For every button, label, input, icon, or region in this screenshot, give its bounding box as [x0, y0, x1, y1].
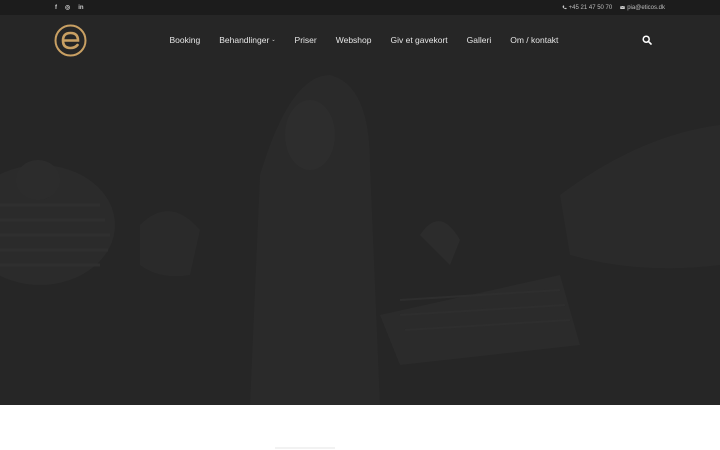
faint-heading-decoration	[275, 447, 335, 449]
site-logo[interactable]	[54, 24, 87, 57]
email-address: pia@eticos.dk	[627, 4, 665, 11]
main-navigation: Booking Behandlinger ⌄ Priser Webshop Giv…	[0, 15, 720, 65]
nav-item-label: Giv et gavekort	[390, 35, 448, 45]
chevron-down-icon: ⌄	[271, 37, 276, 43]
contact-info: +45 21 47 50 70 pia@eticos.dk	[562, 5, 665, 11]
phone-icon	[562, 5, 567, 10]
content-section	[0, 405, 720, 450]
nav-item-galleri[interactable]: Galleri	[457, 35, 501, 45]
linkedin-icon[interactable]: in	[78, 5, 83, 11]
instagram-icon[interactable]: ◎	[65, 4, 70, 11]
nav-item-kontakt[interactable]: Om / kontakt	[501, 35, 568, 45]
phone-link[interactable]: +45 21 47 50 70	[562, 4, 613, 11]
social-links: f ◎ in	[55, 4, 84, 12]
nav-item-priser[interactable]: Priser	[285, 35, 326, 45]
nav-item-label: Om / kontakt	[510, 35, 559, 45]
facebook-icon[interactable]: f	[55, 5, 57, 11]
nav-item-behandlinger[interactable]: Behandlinger ⌄	[210, 35, 285, 45]
search-icon[interactable]	[642, 35, 652, 45]
hero-banner	[0, 15, 720, 405]
nav-item-webshop[interactable]: Webshop	[326, 35, 381, 45]
nav-item-label: Galleri	[466, 35, 492, 45]
top-bar: f ◎ in +45 21 47 50 70 pia@eticos.dk	[0, 0, 720, 15]
nav-item-label: Priser	[294, 35, 317, 45]
nav-item-booking[interactable]: Booking	[160, 35, 210, 45]
envelope-icon	[620, 5, 626, 9]
email-link[interactable]: pia@eticos.dk	[620, 5, 665, 11]
nav-item-label: Booking	[169, 35, 201, 45]
nav-item-label: Webshop	[335, 35, 372, 45]
nav-item-label: Behandlinger	[219, 35, 270, 45]
nav-menu: Booking Behandlinger ⌄ Priser Webshop Giv…	[160, 15, 568, 65]
phone-number: +45 21 47 50 70	[568, 4, 613, 11]
nav-item-gavekort[interactable]: Giv et gavekort	[381, 35, 457, 45]
hero-background-image	[0, 15, 720, 405]
